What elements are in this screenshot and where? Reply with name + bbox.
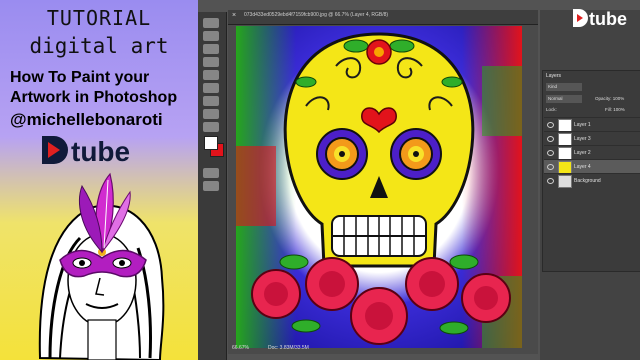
marquee-tool-icon[interactable] [203,31,219,41]
fill-field[interactable]: Fill: 100% [605,107,625,112]
lock-label: Lock: [546,107,557,112]
layer-row[interactable]: Background [544,173,640,188]
eye-icon[interactable] [547,122,554,128]
layer-name: Layer 3 [574,136,591,142]
document-tab-title: 073d433ed0529ebd4f7159fcb900.jpg @ 66.7%… [244,12,389,18]
eye-icon[interactable] [547,164,554,170]
lasso-tool-icon[interactable] [203,44,219,54]
eye-icon[interactable] [547,136,554,142]
layer-row[interactable]: Layer 1 [544,117,640,132]
layers-panel: Layers Kind Normal Opacity: 100% Lock: F… [542,70,640,272]
foreground-color-swatch[interactable] [204,136,218,150]
layer-name: Layer 1 [574,122,591,128]
zoom-readout[interactable]: 66.67% [232,345,249,351]
magic-wand-tool-icon[interactable] [203,57,219,67]
dtube-logo: tube [38,132,158,168]
layer-row[interactable]: Layer 2 [544,145,640,160]
crop-tool-icon[interactable] [203,70,219,80]
layer-row[interactable]: Layer 4 [544,159,640,174]
dtube-logo-text: tube [71,136,130,167]
promo-subtitle: digital art [29,34,169,58]
layer-row[interactable]: Layer 3 [544,131,640,146]
eyedropper-tool-icon[interactable] [203,83,219,93]
eraser-tool-icon[interactable] [203,109,219,119]
layer-name: Layer 2 [574,150,591,156]
hand-tool-icon[interactable] [203,168,219,178]
zoom-tool-icon[interactable] [203,181,219,191]
move-tool-icon[interactable] [203,18,219,28]
eye-icon[interactable] [547,150,554,156]
layers-panel-title[interactable]: Layers [546,73,561,79]
promo-heading: How To Paint your Artwork in Photoshop [10,69,178,106]
doc-size-readout: Doc: 3.83M/33.5M [268,345,309,351]
left-eye [316,128,368,180]
layer-name: Layer 4 [574,164,591,170]
blend-mode-select[interactable]: Normal [546,95,582,103]
right-eye [390,128,442,180]
brush-tool-icon[interactable] [203,96,219,106]
layer-name: Background [574,178,601,184]
eye-icon[interactable] [547,178,554,184]
document-tab[interactable]: × 073d433ed0529ebd4f7159fcb900.jpg @ 66.… [228,10,538,25]
pen-tool-icon[interactable] [203,122,219,132]
opacity-field[interactable]: Opacity: 100% [595,96,624,101]
promo-title: TUTORIAL [46,6,152,30]
dtube-logo-text: tube [589,9,627,29]
portrait-sketch [10,168,190,360]
layer-filter-select[interactable]: Kind [546,83,582,91]
tools-panel [198,12,227,360]
promo-panel: TUTORIAL digital art How To Paint your A… [0,0,198,360]
dtube-logo: tube [570,6,636,30]
document-canvas[interactable] [236,26,522,348]
promo-handle: @michellebonaroti [10,110,163,129]
layer-thumbnail [558,175,572,188]
close-icon[interactable]: × [232,12,236,20]
